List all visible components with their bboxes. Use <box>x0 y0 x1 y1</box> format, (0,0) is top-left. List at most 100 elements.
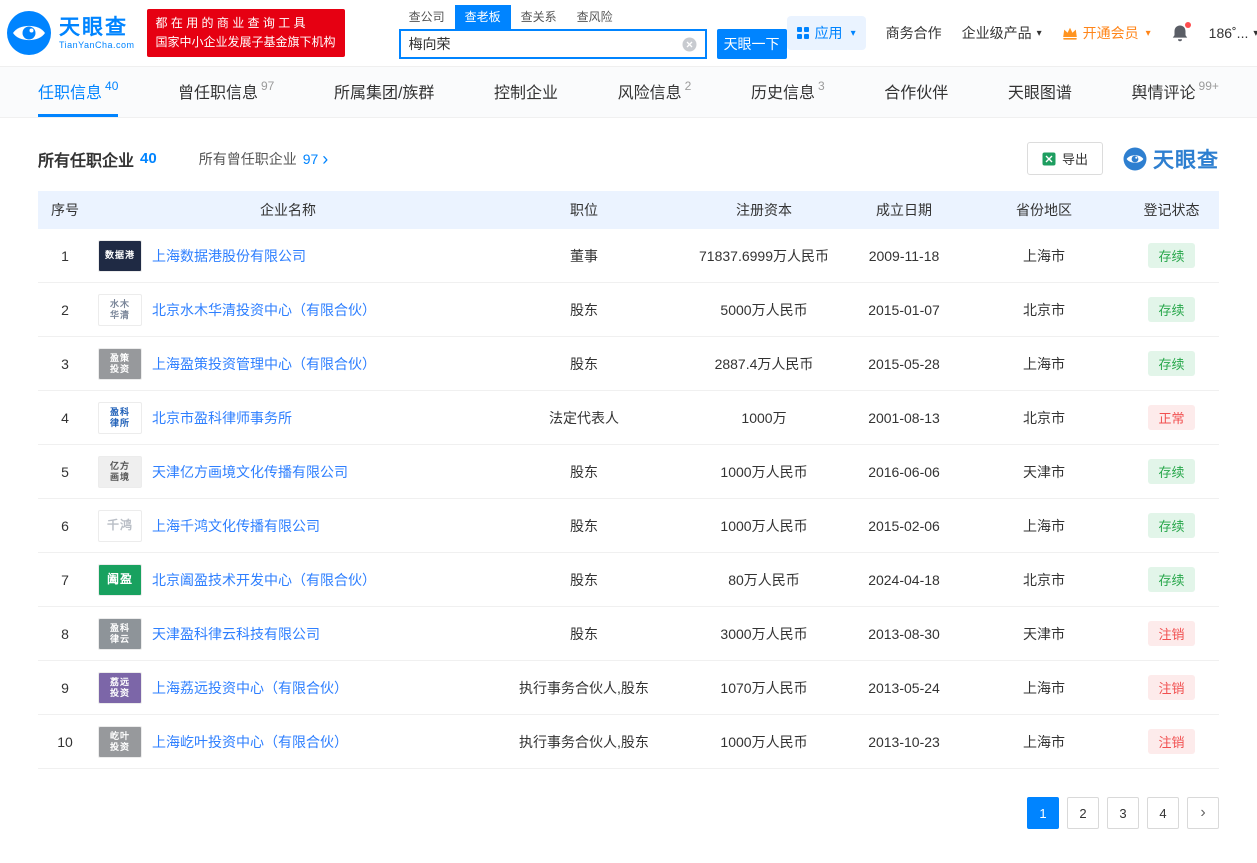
company-link[interactable]: 上海屹叶投资中心（有限合伙） <box>152 732 348 752</box>
status-cell: 存续 <box>1124 498 1219 553</box>
company-wrap: 盈科 律云 天津盈科律云科技有限公司 <box>98 617 484 650</box>
company-link[interactable]: 天津亿方画境文化传播有限公司 <box>152 462 348 482</box>
current-positions-title: 所有任职企业 <box>38 152 135 170</box>
region-cell: 天津市 <box>964 606 1124 661</box>
company-link[interactable]: 上海荔远投资中心（有限合伙） <box>152 678 348 698</box>
nav-tab-7[interactable]: 合作伙伴 <box>884 67 948 117</box>
account-menu[interactable]: 186˚... ▾ <box>1209 25 1257 41</box>
nav-tab-1[interactable]: 任职信息 40 <box>38 67 119 117</box>
nav-tab-6[interactable]: 历史信息 3 <box>751 67 825 117</box>
former-positions-link[interactable]: 所有曾任职企业 97 › <box>199 149 329 169</box>
logo-brand: 天眼查 <box>59 16 128 40</box>
status-cell: 注销 <box>1124 660 1219 715</box>
search-input-wrap <box>398 29 707 59</box>
column-header: 职位 <box>484 191 684 229</box>
company-link[interactable]: 上海千鸿文化传播有限公司 <box>152 516 320 536</box>
business-coop-link[interactable]: 商务合作 <box>886 23 942 43</box>
nav-tab-5[interactable]: 风险信息 2 <box>618 67 692 117</box>
nav-tab-count: 99+ <box>1198 78 1219 93</box>
company-cell: 盈策 投资 上海盈策投资管理中心（有限合伙） <box>92 336 484 391</box>
page-button-4[interactable]: 4 <box>1147 797 1179 829</box>
company-logo: 水木 华清 <box>98 293 142 326</box>
notification-dot <box>1184 21 1191 28</box>
caret-down-icon: ▾ <box>1145 27 1151 39</box>
table-row: 9 荔远 投资 上海荔远投资中心（有限合伙） 执行事务合伙人,股东 1070万人民币 201… <box>38 660 1219 715</box>
established-date-cell: 2015-01-07 <box>844 282 964 337</box>
topbar-right: 应用 ▾ 商务合作 企业级产品 ▾ 开通会员 ▾ 186˚... ▾ <box>786 16 1257 50</box>
region-cell: 上海市 <box>964 336 1124 391</box>
company-cell: 屹叶 投资 上海屹叶投资中心（有限合伙） <box>92 714 484 769</box>
column-header: 登记状态 <box>1124 191 1219 229</box>
row-index-cell: 8 <box>38 606 92 661</box>
tianyancha-watermark: 天眼查 <box>1123 144 1219 174</box>
page-button-2[interactable]: 2 <box>1067 797 1099 829</box>
company-link[interactable]: 北京水木华清投资中心（有限合伙） <box>152 300 376 320</box>
company-wrap: 阖盈 北京阖盈技术开发中心（有限合伙） <box>98 563 484 596</box>
established-date-cell: 2024-04-18 <box>844 552 964 607</box>
nav-tab-label: 所属集团/族群 <box>333 84 435 102</box>
page-button-3[interactable]: 3 <box>1107 797 1139 829</box>
company-link[interactable]: 北京阖盈技术开发中心（有限合伙） <box>152 570 376 590</box>
search-tab-4[interactable]: 查风险 <box>567 5 623 29</box>
nav-tab-label: 任职信息 <box>38 84 103 102</box>
nav-tab-3[interactable]: 所属集团/族群 <box>334 67 434 117</box>
search-tab-1[interactable]: 查公司 <box>399 5 455 29</box>
nav-tab-8[interactable]: 天眼图谱 <box>1008 67 1072 117</box>
nav-tab-count: 2 <box>684 78 692 93</box>
search-input[interactable] <box>400 36 678 52</box>
table-row: 3 盈策 投资 上海盈策投资管理中心（有限合伙） 股东 2887.4万人民币 2015-05… <box>38 336 1219 391</box>
position-cell: 股东 <box>484 552 684 607</box>
established-date-cell: 2013-05-24 <box>844 660 964 715</box>
topbar: 天眼查 TianYanCha.com 都 在 用 的 商 业 查 询 工 具 国… <box>0 0 1257 66</box>
crown-icon <box>1062 27 1077 40</box>
capital-cell: 2887.4万人民币 <box>684 336 844 391</box>
export-button[interactable]: 导出 <box>1026 142 1103 175</box>
status-badge: 存续 <box>1148 351 1195 376</box>
status-cell: 存续 <box>1124 444 1219 499</box>
capital-cell: 71837.6999万人民币 <box>684 229 844 283</box>
tianyancha-logo[interactable]: 天眼查 TianYanCha.com <box>6 10 135 56</box>
capital-cell: 1000万人民币 <box>684 498 844 553</box>
clear-icon[interactable] <box>678 37 705 52</box>
search-tab-3[interactable]: 查关系 <box>511 5 567 29</box>
company-logo: 阖盈 <box>98 563 142 596</box>
company-cell: 水木 华清 北京水木华清投资中心（有限合伙） <box>92 282 484 337</box>
row-index-cell: 6 <box>38 498 92 553</box>
search-tab-2[interactable]: 查老板 <box>454 5 511 29</box>
company-link[interactable]: 北京市盈科律师事务所 <box>152 408 292 428</box>
company-cell: 千鸿 上海千鸿文化传播有限公司 <box>92 498 484 553</box>
nav-tab-count: 97 <box>261 78 275 93</box>
nav-tab-4[interactable]: 控制企业 <box>494 67 558 117</box>
established-date-cell: 2009-11-18 <box>844 229 964 283</box>
company-wrap: 盈策 投资 上海盈策投资管理中心（有限合伙） <box>98 347 484 380</box>
company-wrap: 亿方 画境 天津亿方画境文化传播有限公司 <box>98 455 484 488</box>
next-page-button[interactable]: › <box>1187 797 1219 829</box>
row-index-cell: 4 <box>38 390 92 445</box>
vip-menu[interactable]: 开通会员 ▾ <box>1062 23 1151 43</box>
company-link[interactable]: 上海数据港股份有限公司 <box>152 246 306 266</box>
row-index-cell: 9 <box>38 660 92 715</box>
caret-down-icon: ▾ <box>850 27 856 39</box>
nav-tab-2[interactable]: 曾任职信息 97 <box>178 67 274 117</box>
nav-tab-9[interactable]: 舆情评论 99+ <box>1132 67 1219 117</box>
company-wrap: 盈科 律所 北京市盈科律师事务所 <box>98 401 484 434</box>
established-date-cell: 2013-08-30 <box>844 606 964 661</box>
position-cell: 股东 <box>484 336 684 391</box>
company-wrap: 屹叶 投资 上海屹叶投资中心（有限合伙） <box>98 725 484 758</box>
nav-tab-count: 3 <box>817 78 825 93</box>
company-link[interactable]: 上海盈策投资管理中心（有限合伙） <box>152 354 376 374</box>
enterprise-product-menu[interactable]: 企业级产品 ▾ <box>962 23 1042 43</box>
nav-tab-count: 40 <box>105 78 119 93</box>
apps-menu[interactable]: 应用 ▾ <box>786 16 866 50</box>
company-link[interactable]: 天津盈科律云科技有限公司 <box>152 624 320 644</box>
company-logo: 亿方 画境 <box>98 455 142 488</box>
logo-domain: TianYanCha.com <box>59 39 135 50</box>
status-badge: 注销 <box>1148 729 1195 754</box>
search-button[interactable]: 天眼一下 <box>716 29 787 59</box>
company-logo: 千鸿 <box>98 509 142 542</box>
region-cell: 北京市 <box>964 282 1124 337</box>
region-cell: 北京市 <box>964 390 1124 445</box>
notification-bell[interactable] <box>1171 21 1191 43</box>
page-button-1[interactable]: 1 <box>1027 797 1059 829</box>
position-cell: 执行事务合伙人,股东 <box>484 714 684 769</box>
